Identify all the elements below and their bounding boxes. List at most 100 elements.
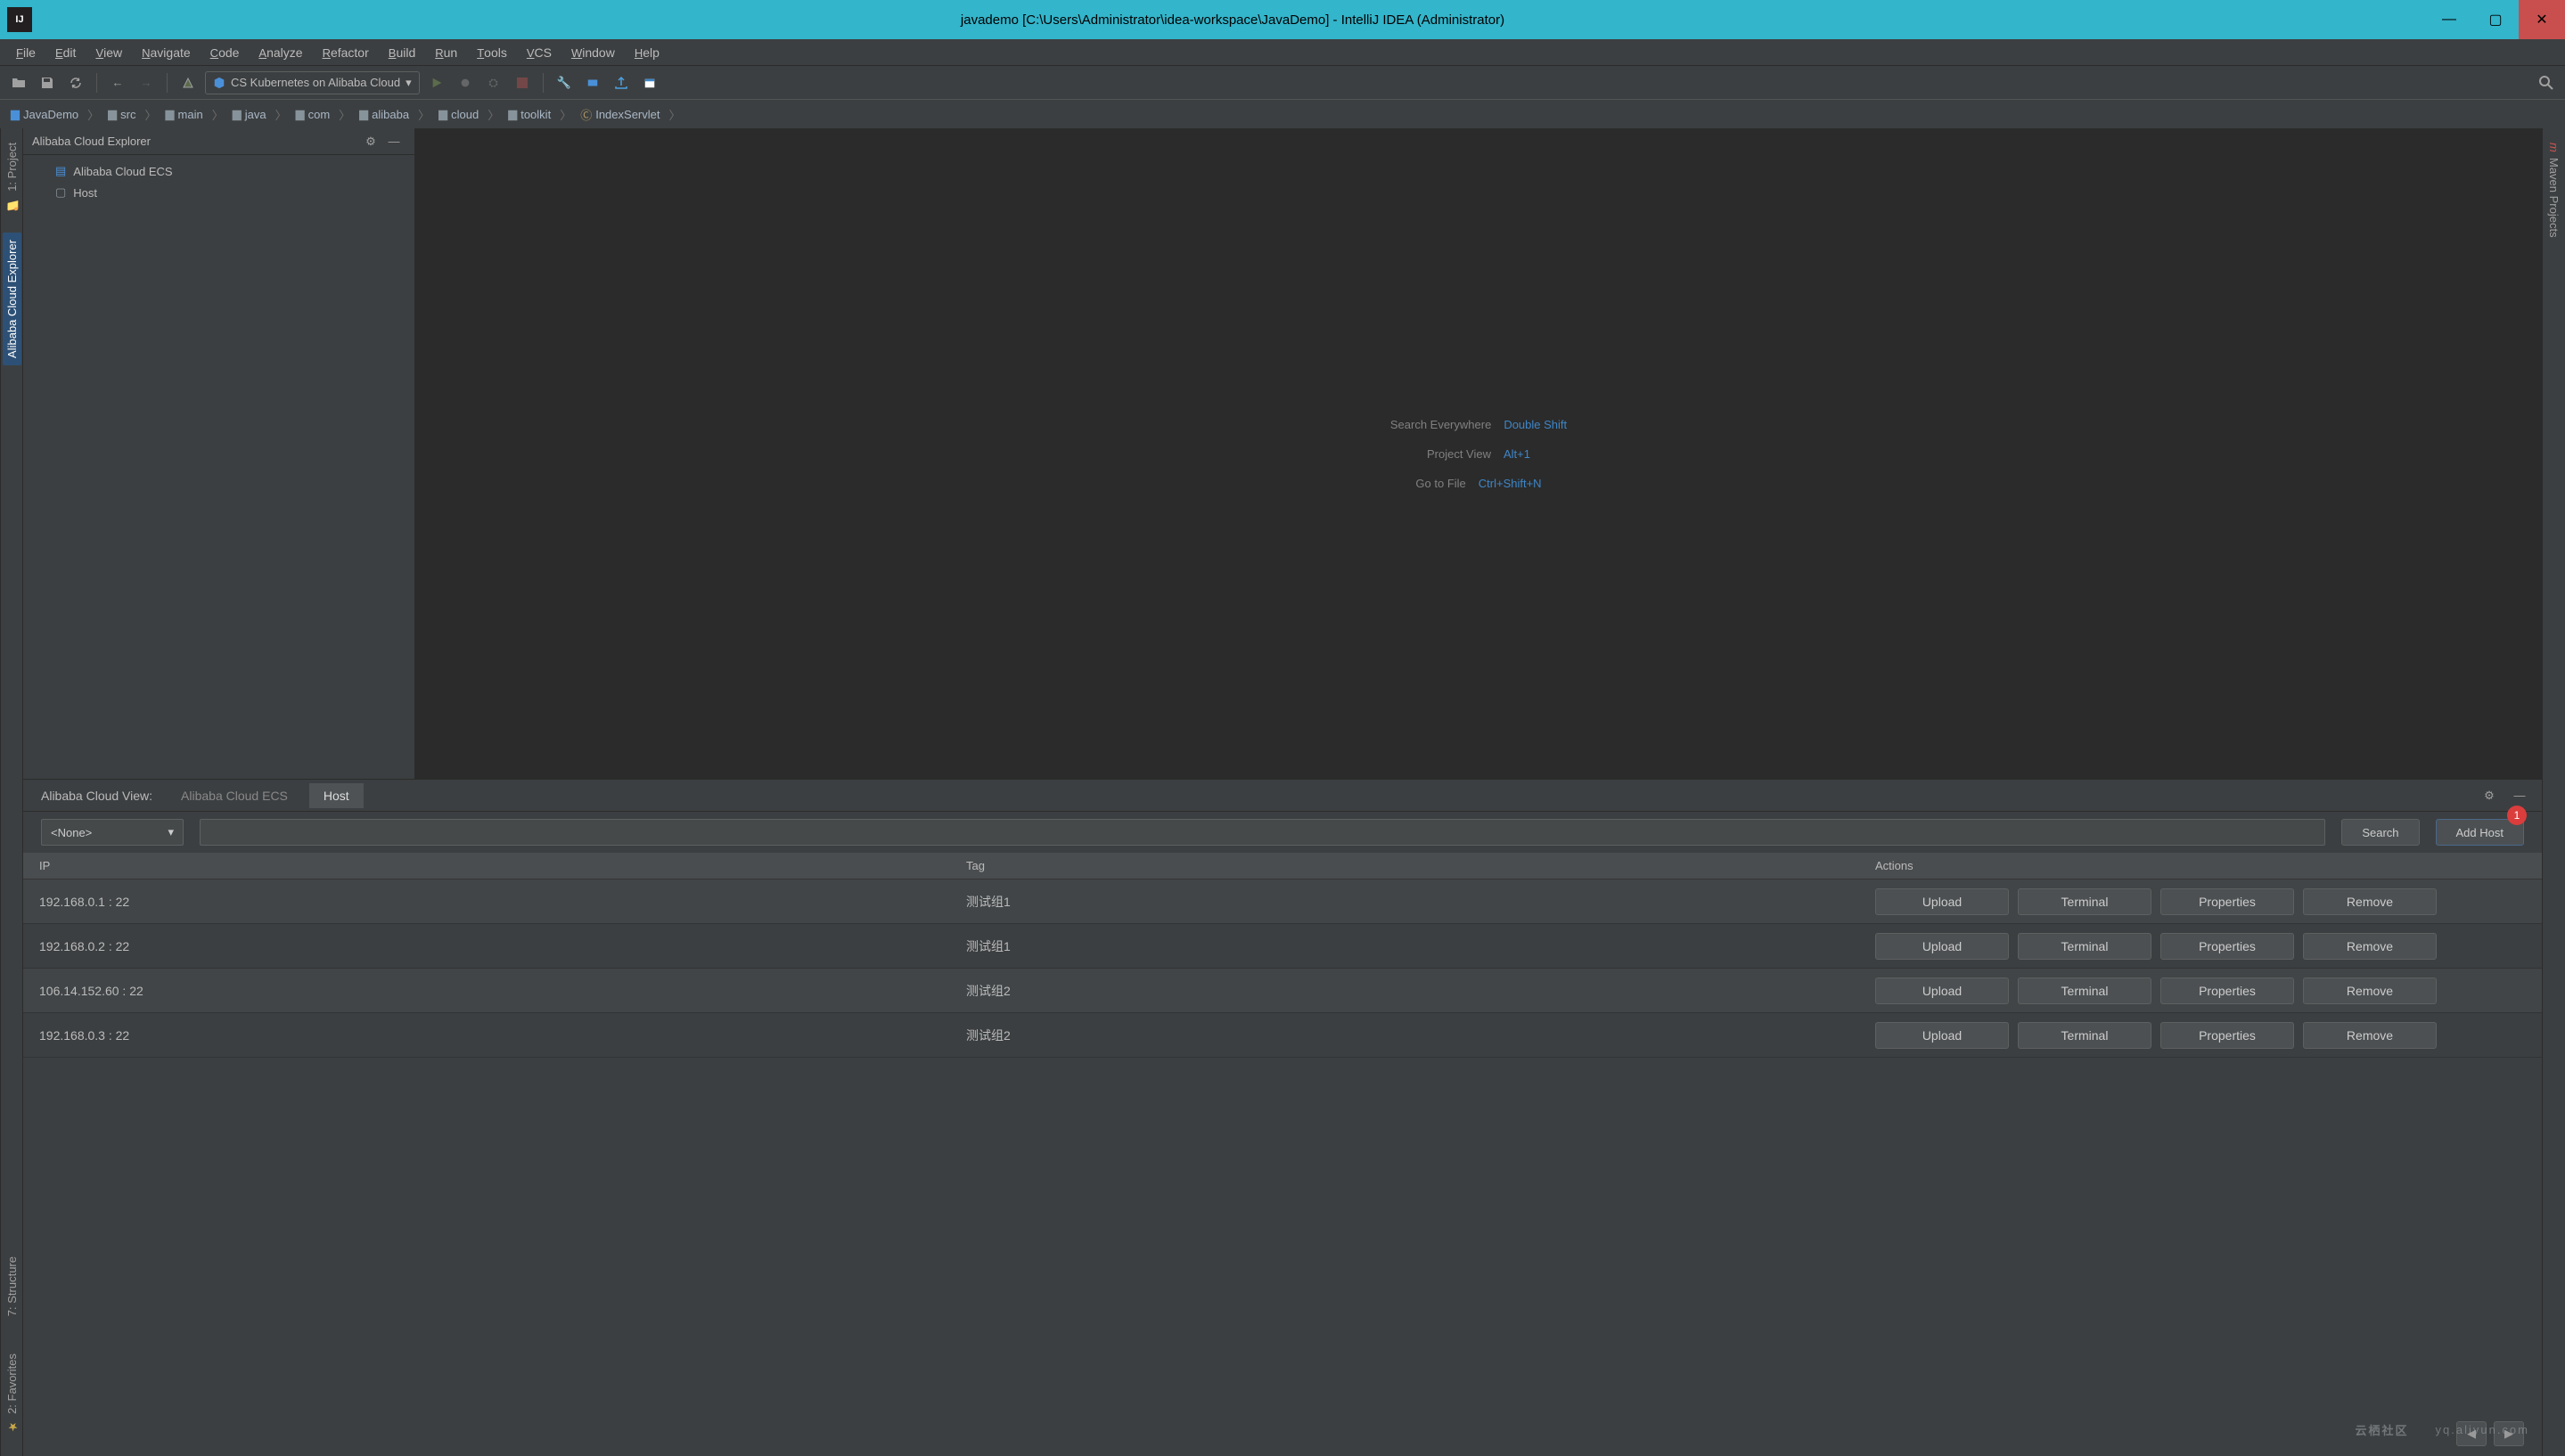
crumb-alibaba[interactable]: ▆alibaba <box>354 107 414 121</box>
editor-hint: Search EverywhereDouble Shift <box>1390 418 1567 431</box>
crumb-indexservlet[interactable]: ⒸIndexServlet <box>575 106 665 123</box>
tab-host[interactable]: Host <box>309 783 364 808</box>
crumb-javademo[interactable]: ▆JavaDemo <box>5 107 84 121</box>
host-search-input[interactable] <box>200 819 2325 846</box>
gear-icon[interactable]: ⚙ <box>359 130 382 153</box>
cell-actions: Upload Terminal Properties Remove <box>1859 1022 2542 1049</box>
cell-tag: 测试组2 <box>950 1027 1859 1044</box>
next-page-button[interactable]: ▶ <box>2494 1421 2524 1446</box>
upload-icon[interactable] <box>610 71 633 94</box>
panel-hide-icon[interactable]: — <box>2508 784 2531 807</box>
build-icon[interactable] <box>176 71 200 94</box>
menu-analyze[interactable]: Analyze <box>250 43 311 62</box>
tree-node[interactable]: ▢Host <box>23 182 414 203</box>
upload-button[interactable]: Upload <box>1875 977 2009 1004</box>
close-window-button[interactable]: ✕ <box>2519 0 2565 39</box>
menu-window[interactable]: Window <box>562 43 624 62</box>
properties-button[interactable]: Properties <box>2160 933 2294 960</box>
crumb-java[interactable]: ▆java <box>227 107 272 121</box>
search-everywhere-icon[interactable] <box>2535 71 2558 94</box>
remove-button[interactable]: Remove <box>2303 888 2437 915</box>
side-panel: Alibaba Cloud Explorer ⚙ — ▤Alibaba Clou… <box>23 128 415 779</box>
kubernetes-icon <box>213 77 225 89</box>
terminal-button[interactable]: Terminal <box>2018 933 2151 960</box>
crumb-toolkit[interactable]: ▆toolkit <box>503 107 556 121</box>
cell-ip: 106.14.152.60 : 22 <box>23 984 950 998</box>
run-config-selector[interactable]: CS Kubernetes on Alibaba Cloud ▾ <box>205 71 420 94</box>
editor-hint: Project ViewAlt+1 <box>1427 447 1530 461</box>
terminal-button[interactable]: Terminal <box>2018 888 2151 915</box>
table-row: 192.168.0.3 : 22测试组2UploadTerminalProper… <box>23 1013 2542 1058</box>
prev-page-button[interactable]: ◀ <box>2456 1421 2487 1446</box>
tab-ecs[interactable]: Alibaba Cloud ECS <box>167 783 302 808</box>
menu-run[interactable]: Run <box>426 43 466 62</box>
menu-navigate[interactable]: Navigate <box>133 43 200 62</box>
save-icon[interactable] <box>36 71 59 94</box>
crumb-src[interactable]: ▆src <box>102 107 141 121</box>
menu-bar: FileEditViewNavigateCodeAnalyzeRefactorB… <box>0 39 2565 66</box>
panel-gear-icon[interactable]: ⚙ <box>2478 784 2501 807</box>
calendar-icon[interactable] <box>638 71 661 94</box>
crumb-cloud[interactable]: ▆cloud <box>433 107 484 121</box>
maximize-button[interactable]: ▢ <box>2472 0 2519 39</box>
remove-button[interactable]: Remove <box>2303 1022 2437 1049</box>
table-row: 106.14.152.60 : 22测试组2UploadTerminalProp… <box>23 969 2542 1013</box>
table-row: 192.168.0.2 : 22测试组1UploadTerminalProper… <box>23 924 2542 969</box>
properties-button[interactable]: Properties <box>2160 977 2294 1004</box>
menu-file[interactable]: File <box>7 43 45 62</box>
diagnose-icon[interactable] <box>581 71 604 94</box>
wrench-icon[interactable]: 🔧 <box>553 71 576 94</box>
debug-icon[interactable] <box>454 71 477 94</box>
stop-icon[interactable] <box>511 71 534 94</box>
upload-button[interactable]: Upload <box>1875 933 2009 960</box>
remove-button[interactable]: Remove <box>2303 933 2437 960</box>
crumb-main[interactable]: ▆main <box>160 107 209 121</box>
menu-edit[interactable]: Edit <box>46 43 85 62</box>
terminal-button[interactable]: Terminal <box>2018 977 2151 1004</box>
upload-button[interactable]: Upload <box>1875 888 2009 915</box>
explorer-tool-button[interactable]: Alibaba Cloud Explorer <box>3 233 21 365</box>
favorites-tool-button[interactable]: ★2: Favorites <box>5 1348 19 1438</box>
remove-button[interactable]: Remove <box>2303 977 2437 1004</box>
open-icon[interactable] <box>7 71 30 94</box>
minimize-button[interactable]: — <box>2426 0 2472 39</box>
tag-filter-dropdown[interactable]: <None>▾ <box>41 819 184 846</box>
sync-icon[interactable] <box>64 71 87 94</box>
cell-tag: 测试组1 <box>950 893 1859 911</box>
hide-panel-icon[interactable]: — <box>382 130 406 153</box>
terminal-button[interactable]: Terminal <box>2018 1022 2151 1049</box>
left-gutter: 📁1: Project Alibaba Cloud Explorer 7: St… <box>0 128 23 1456</box>
search-button[interactable]: Search <box>2341 819 2419 846</box>
menu-build[interactable]: Build <box>380 43 424 62</box>
cell-ip: 192.168.0.2 : 22 <box>23 939 950 953</box>
menu-refactor[interactable]: Refactor <box>314 43 378 62</box>
menu-code[interactable]: Code <box>201 43 249 62</box>
upload-button[interactable]: Upload <box>1875 1022 2009 1049</box>
titlebar: IJ javademo [C:\Users\Administrator\idea… <box>0 0 2565 39</box>
properties-button[interactable]: Properties <box>2160 888 2294 915</box>
cell-ip: 192.168.0.1 : 22 <box>23 895 950 909</box>
forward-icon[interactable]: → <box>135 71 158 94</box>
menu-tools[interactable]: Tools <box>468 43 516 62</box>
bottom-panel-title: Alibaba Cloud View: <box>34 789 160 803</box>
structure-tool-button[interactable]: 7: Structure <box>5 1251 19 1321</box>
editor-empty-state: Search EverywhereDouble Shift Project Vie… <box>415 128 2542 779</box>
menu-view[interactable]: View <box>86 43 131 62</box>
add-host-button[interactable]: Add Host <box>2436 819 2524 846</box>
project-tool-button[interactable]: 📁1: Project <box>5 137 19 217</box>
run-icon[interactable] <box>425 71 448 94</box>
coverage-icon[interactable]: ⛭ <box>482 71 505 94</box>
app-logo: IJ <box>7 7 32 32</box>
menu-help[interactable]: Help <box>626 43 668 62</box>
chevron-down-icon: ▾ <box>168 825 174 839</box>
col-actions: Actions <box>1859 859 2542 872</box>
table-row: 192.168.0.1 : 22测试组1 Upload Terminal Proper… <box>23 879 2542 924</box>
menu-vcs[interactable]: VCS <box>518 43 561 62</box>
maven-tool-button[interactable]: mMaven Projects <box>2547 137 2561 242</box>
tree-node[interactable]: ▤Alibaba Cloud ECS <box>23 160 414 182</box>
properties-button[interactable]: Properties <box>2160 1022 2294 1049</box>
col-ip: IP <box>23 859 950 872</box>
back-icon[interactable]: ← <box>106 71 129 94</box>
crumb-com[interactable]: ▆com <box>291 107 336 121</box>
cell-actions: Upload Terminal Properties Remove <box>1859 888 2542 915</box>
